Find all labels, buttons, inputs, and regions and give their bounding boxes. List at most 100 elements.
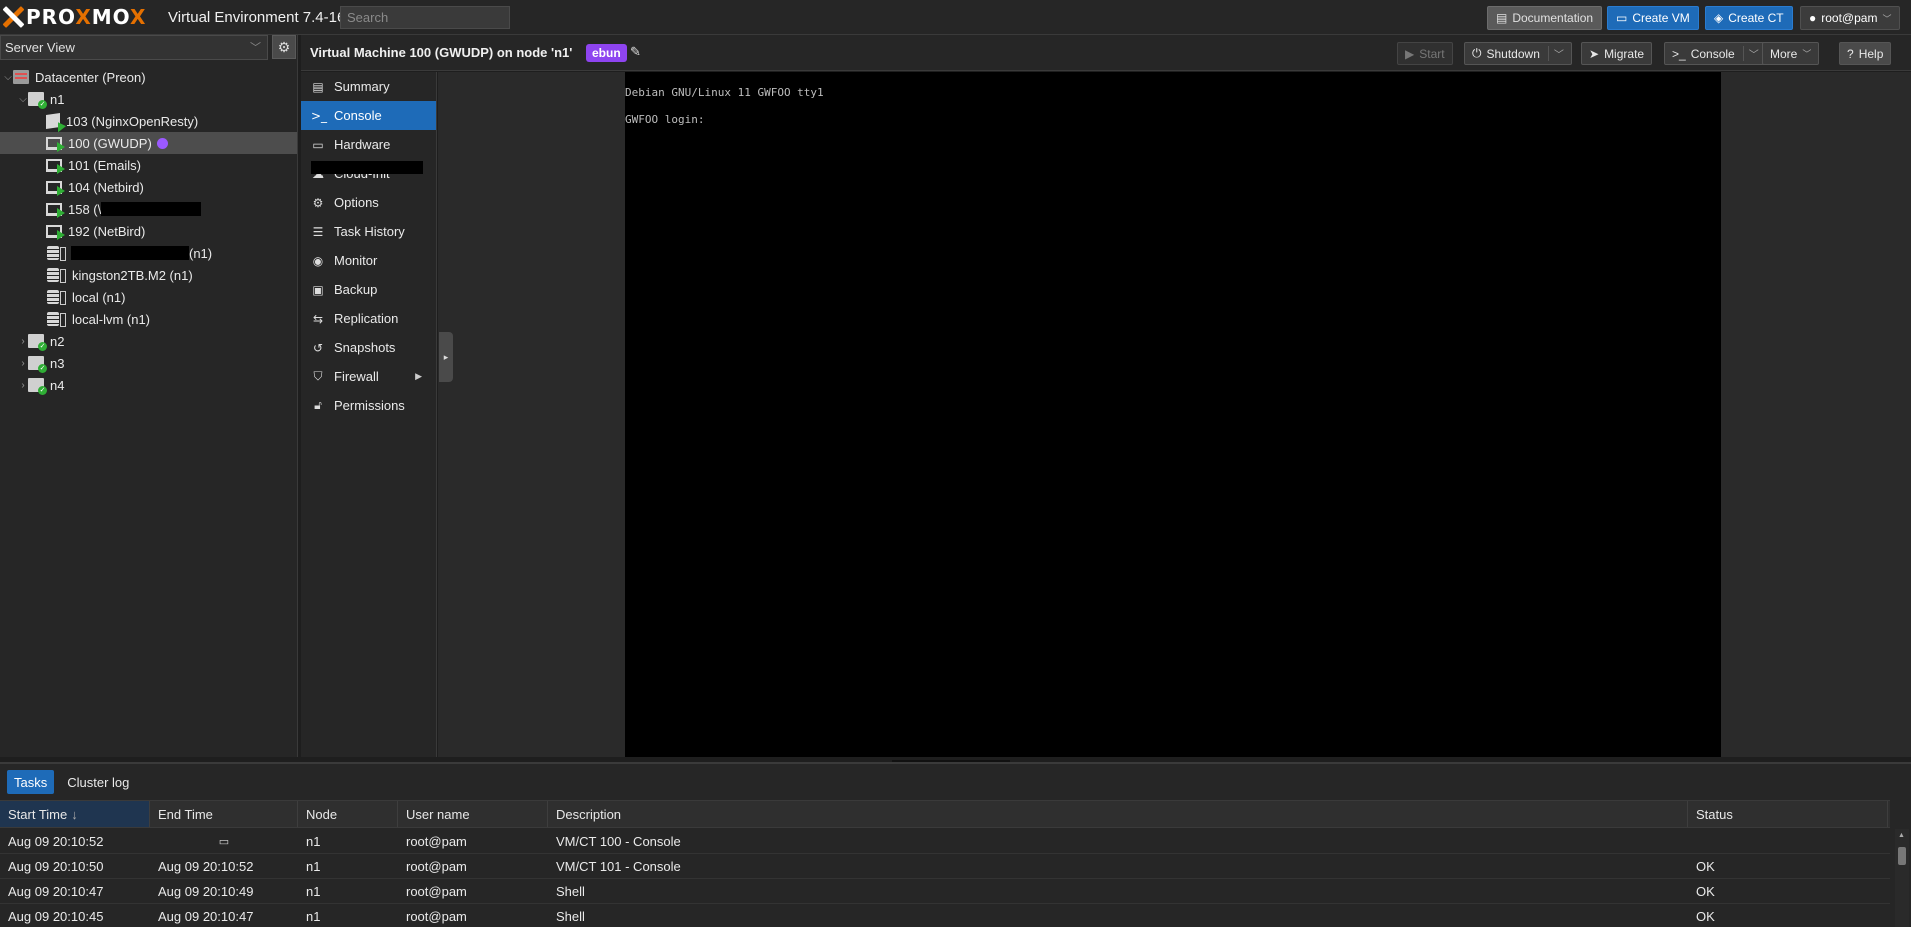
tree-vm-158[interactable]: 158 (\ <box>0 198 297 220</box>
pencil-icon[interactable]: ✎ <box>630 44 641 60</box>
documentation-button[interactable]: ▤ Documentation <box>1487 6 1603 30</box>
nav-replication[interactable]: ⇆ Replication <box>301 304 436 333</box>
shutdown-button[interactable]: ⏻ Shutdown ﹀ <box>1464 42 1572 65</box>
tree-node-n4[interactable]: › n4 <box>0 374 297 396</box>
nav-options[interactable]: ⚙ Options <box>301 188 436 217</box>
vm-running-icon <box>46 180 65 196</box>
content-header: Virtual Machine 100 (GWUDP) on node 'n1'… <box>301 35 1911 71</box>
column-status[interactable]: Status <box>1688 801 1888 827</box>
vm-tag[interactable]: ebun <box>586 44 627 62</box>
tree-vm-101[interactable]: 101 (Emails) <box>0 154 297 176</box>
cell-status <box>1688 829 1888 853</box>
tree-ct-103[interactable]: 103 (NginxOpenResty) <box>0 110 297 132</box>
column-user-name[interactable]: User name <box>398 801 548 827</box>
nav-firewall[interactable]: ⛉ Firewall ▶ <box>301 362 436 391</box>
view-selector[interactable]: Server View ﹀ <box>0 35 268 60</box>
cell-node: n1 <box>306 883 321 899</box>
nav-cloud-init[interactable]: ☁ Cloud-Init <box>301 159 436 188</box>
tab-cluster-log[interactable]: Cluster log <box>60 770 136 794</box>
migrate-button[interactable]: ➤ Migrate <box>1581 42 1653 65</box>
console-button[interactable]: >_ Console ﹀ <box>1664 42 1767 65</box>
table-row[interactable]: Aug 09 20:10:45 Aug 09 20:10:47 n1 root@… <box>0 904 1890 927</box>
container-running-icon <box>46 113 60 129</box>
cell-end: Aug 09 20:10:52 <box>158 858 254 874</box>
tree-label: n2 <box>50 333 65 349</box>
nav-permissions[interactable]: 🔓︎ Permissions <box>301 391 436 420</box>
nav-backup[interactable]: ▣ Backup <box>301 275 436 304</box>
nav-label: Task History <box>334 224 405 239</box>
create-vm-button[interactable]: ▭ Create VM <box>1607 6 1699 30</box>
tree-label: Datacenter (Preon) <box>35 69 146 85</box>
column-start-time[interactable]: Start Time ↓ <box>0 801 150 827</box>
tree-datacenter[interactable]: ⌵ Datacenter (Preon) <box>0 66 297 88</box>
cell-user: root@pam <box>406 858 467 874</box>
chevron-right-icon[interactable]: › <box>18 380 28 391</box>
tree-vm-192[interactable]: 192 (NetBird) <box>0 220 297 242</box>
create-ct-button[interactable]: ◈ Create CT <box>1705 6 1793 30</box>
tree-storage-kingston[interactable]: kingston2TB.M2 (n1) <box>0 264 297 286</box>
user-menu-button[interactable]: ● root@pam ﹀ <box>1800 6 1901 30</box>
column-label: Start Time <box>8 806 68 822</box>
tree-label: (n1) <box>189 245 213 261</box>
tree-label: 100 (GWUDP) <box>68 135 152 151</box>
scrollbar[interactable]: ▲ <box>1895 829 1909 927</box>
cell-user: root@pam <box>406 883 467 899</box>
nav-hardware[interactable]: ▭ Hardware <box>301 130 436 159</box>
tree-node-n3[interactable]: › n3 <box>0 352 297 374</box>
more-button[interactable]: More ﹀ <box>1762 42 1820 65</box>
table-row[interactable]: Aug 09 20:10:50 Aug 09 20:10:52 n1 root@… <box>0 854 1890 879</box>
tree-vm-100[interactable]: 100 (GWUDP) <box>0 132 297 154</box>
nav-label: Permissions <box>334 398 405 413</box>
vnc-console[interactable]: Debian GNU/Linux 11 GWFOO tty1 GWFOO log… <box>625 72 1721 757</box>
nav-summary[interactable]: ▤ Summary <box>301 72 436 101</box>
tree-node-n1[interactable]: ⌵ n1 <box>0 88 297 110</box>
scrollbar-thumb[interactable] <box>1898 847 1906 865</box>
tree-storage-redacted[interactable]: (n1) <box>0 242 297 264</box>
gear-icon[interactable]: ⚙ <box>272 35 296 59</box>
help-label: Help <box>1858 46 1884 61</box>
tree-storage-local[interactable]: local (n1) <box>0 286 297 308</box>
tree-label: 101 (Emails) <box>68 157 141 173</box>
migrate-label: Migrate <box>1604 46 1645 61</box>
list-icon: ☰ <box>312 224 324 239</box>
history-icon: ↺ <box>312 340 324 355</box>
chevron-down-icon[interactable]: ﹀ <box>1547 46 1564 61</box>
tree-label: 192 (NetBird) <box>68 223 146 239</box>
cell-node: n1 <box>306 908 321 924</box>
column-end-time[interactable]: End Time <box>150 801 298 827</box>
chevron-down-icon[interactable]: ﹀ <box>1742 46 1759 61</box>
page-title: Virtual Machine 100 (GWUDP) on node 'n1' <box>310 45 573 60</box>
scroll-up-icon[interactable]: ▲ <box>1898 832 1905 839</box>
tree-label: 103 (NginxOpenResty) <box>66 113 199 129</box>
chevron-down-icon: ﹀ <box>1882 13 1892 24</box>
nav-monitor[interactable]: ◉ Monitor <box>301 246 436 275</box>
chevron-right-icon[interactable]: › <box>18 358 28 369</box>
tab-tasks[interactable]: Tasks <box>7 770 55 794</box>
column-node[interactable]: Node <box>298 801 398 827</box>
book-icon: ▤ <box>312 79 324 94</box>
table-row[interactable]: Aug 09 20:10:47 Aug 09 20:10:49 n1 root@… <box>0 879 1890 904</box>
redacted-block <box>311 161 423 174</box>
start-button[interactable]: ▶ Start <box>1397 42 1453 65</box>
chevron-right-icon[interactable]: › <box>18 336 28 347</box>
nav-console[interactable]: >_ Console <box>301 101 436 130</box>
chevron-down-icon[interactable]: ⌵ <box>18 94 28 105</box>
search-input[interactable]: Search <box>340 6 510 29</box>
tree-node-n2[interactable]: › n2 <box>0 330 297 352</box>
column-description[interactable]: Description <box>548 801 1688 827</box>
start-label: Start <box>1419 46 1445 61</box>
log-tabs: Tasks Cluster log <box>7 770 136 794</box>
cell-description: VM/CT 101 - Console <box>556 858 681 874</box>
table-row[interactable]: Aug 09 20:10:52 ▭ n1 root@pam VM/CT 100 … <box>0 829 1890 854</box>
cell-start: Aug 09 20:10:52 <box>8 833 104 849</box>
tree-storage-local-lvm[interactable]: local-lvm (n1) <box>0 308 297 330</box>
tree-label: local-lvm (n1) <box>72 311 151 327</box>
tree-vm-104[interactable]: 104 (Netbird) <box>0 176 297 198</box>
collapse-handle[interactable]: ▸ <box>439 332 453 382</box>
nav-snapshots[interactable]: ↺ Snapshots <box>301 333 436 362</box>
chevron-down-icon[interactable]: ⌵ <box>3 72 13 83</box>
nav-task-history[interactable]: ☰ Task History <box>301 217 436 246</box>
datacenter-icon <box>13 70 29 84</box>
help-button[interactable]: ? Help <box>1839 42 1892 65</box>
tree-label: n1 <box>50 91 65 107</box>
